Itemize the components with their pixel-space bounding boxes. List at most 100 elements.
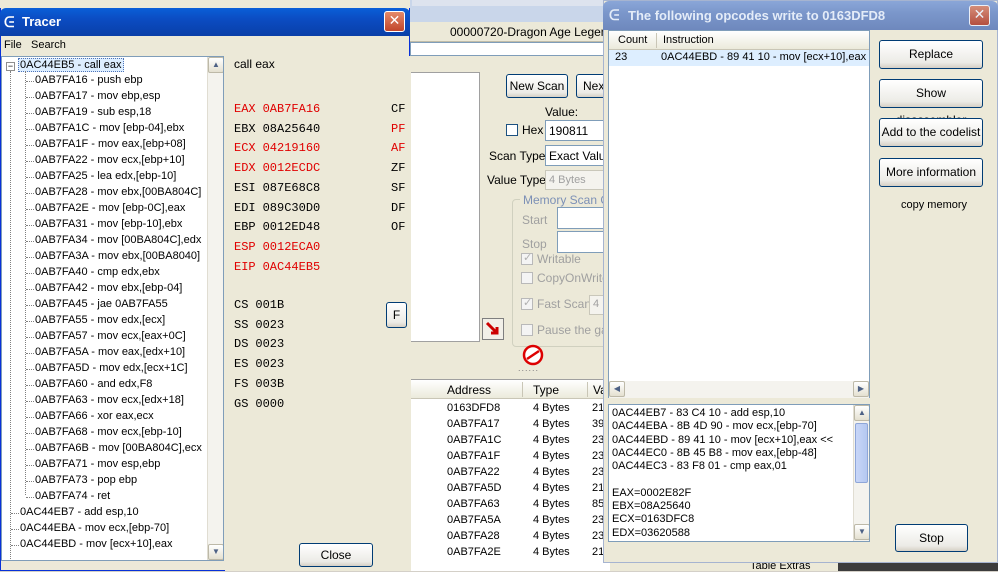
pause-checkbox[interactable] — [521, 324, 533, 336]
menu-file[interactable]: File — [4, 39, 22, 51]
tree-item[interactable]: 0AB7FA73 - pop ebp — [35, 474, 137, 486]
tree-item[interactable]: 0AB7FA34 - mov [00BA804C],edx — [35, 234, 201, 246]
scroll-thumb[interactable] — [855, 423, 868, 483]
opcode-hscrollbar[interactable]: ◀ ▶ — [609, 381, 869, 398]
register-edx[interactable]: EDX 0012ECDC — [234, 161, 320, 175]
more-information-button[interactable]: More information — [879, 158, 983, 187]
tree-item[interactable]: 0AB7FA63 - mov ecx,[edx+18] — [35, 394, 184, 406]
type-header[interactable]: Type — [533, 383, 559, 397]
tree-item[interactable]: 0AB7FA1C - mov [ebp-04],ebx — [35, 122, 184, 134]
tree-item[interactable]: 0AB7FA16 - push ebp — [35, 74, 143, 86]
opcode-row[interactable]: 23 0AC44EBD - 89 41 10 - mov [ecx+10],ea… — [609, 50, 869, 66]
add-address-button[interactable] — [482, 318, 504, 340]
opcode-details-memo[interactable]: 0AC44EB7 - 83 C4 10 - add esp,10 0AC44EBA… — [608, 404, 870, 542]
tree-item[interactable]: 0AB7FA57 - mov ecx,[eax+0C] — [35, 330, 186, 342]
tree-item[interactable]: 0AB7FA68 - mov ecx,[ebp-10] — [35, 426, 182, 438]
tree-item[interactable]: 0AB7FA40 - cmp edx,ebx — [35, 266, 160, 278]
trace-tree[interactable]: − 0AC44EB5 - call eax 0AB7FA16 - push eb… — [1, 56, 224, 561]
register-esi[interactable]: ESI 087E68C8 — [234, 181, 320, 195]
scroll-right-icon[interactable]: ▶ — [853, 381, 869, 397]
copy-memory-label[interactable]: copy memory — [901, 199, 967, 211]
address-list-row[interactable]: 0AB7FA2E 4 Bytes 21 — [410, 545, 610, 561]
address-list-row[interactable]: 0AB7FA17 4 Bytes 39 — [410, 417, 610, 433]
tree-item[interactable]: 0AB7FA25 - lea edx,[ebp-10] — [35, 170, 176, 182]
address-list-row[interactable]: 0AB7FA28 4 Bytes 23 — [410, 529, 610, 545]
tree-item[interactable]: 0AB7FA55 - mov edx,[ecx] — [35, 314, 165, 326]
close-icon[interactable]: ✕ — [384, 11, 405, 32]
count-header[interactable]: Count — [618, 34, 647, 46]
tree-item[interactable]: 0AC44EB7 - add esp,10 — [20, 506, 139, 518]
memo-scrollbar[interactable]: ▲ ▼ — [853, 405, 869, 541]
flag-af[interactable]: AF — [391, 141, 405, 155]
show-disassembler-button[interactable]: Show disassembler — [879, 79, 983, 127]
fast-scan-checkbox[interactable]: ✓ — [521, 297, 533, 310]
float-registers-button[interactable]: F — [386, 302, 407, 328]
flag-sf[interactable]: SF — [391, 181, 405, 195]
splitter-dots[interactable]: ...... — [518, 363, 539, 373]
tree-item[interactable]: 0AB7FA1F - mov eax,[ebp+08] — [35, 138, 186, 150]
tree-item[interactable]: 0AB7FA74 - ret — [35, 490, 110, 502]
tree-item[interactable]: 0AB7FA28 - mov ebx,[00BA804C] — [35, 186, 201, 198]
segment-es[interactable]: ES 0023 — [234, 357, 284, 371]
tree-scrollbar[interactable]: ▲ ▼ — [207, 57, 223, 560]
flag-df[interactable]: DF — [391, 201, 405, 215]
scroll-up-icon[interactable]: ▲ — [854, 405, 869, 421]
flag-zf[interactable]: ZF — [391, 161, 405, 175]
tree-item[interactable]: 0AB7FA2E - mov [ebp-0C],eax — [35, 202, 185, 214]
tree-item[interactable]: 0AB7FA5A - mov eax,[edx+10] — [35, 346, 185, 358]
segment-fs[interactable]: FS 003B — [234, 377, 284, 391]
close-button[interactable]: Close — [299, 543, 373, 567]
tree-root[interactable]: 0AC44EB5 - call eax — [18, 58, 124, 72]
replace-button[interactable]: Replace — [879, 40, 983, 69]
segment-ss[interactable]: SS 0023 — [234, 318, 284, 332]
tree-item[interactable]: 0AC44EBA - mov ecx,[ebp-70] — [20, 522, 169, 534]
address-list-row[interactable]: 0AB7FA1C 4 Bytes 23 — [410, 433, 610, 449]
tree-item[interactable]: 0AB7FA17 - mov ebp,esp — [35, 90, 160, 102]
found-list-panel[interactable] — [410, 72, 480, 342]
tree-item[interactable]: 0AB7FA3A - mov ebx,[00BA8040] — [35, 250, 200, 262]
segment-gs[interactable]: GS 0000 — [234, 397, 284, 411]
tree-item[interactable]: 0AB7FA22 - mov ecx,[ebp+10] — [35, 154, 185, 166]
address-list-row[interactable]: 0AB7FA22 4 Bytes 23 — [410, 465, 610, 481]
hex-checkbox[interactable] — [506, 124, 518, 136]
address-list-row[interactable]: 0AB7FA63 4 Bytes 85 — [410, 497, 610, 513]
tree-item[interactable]: 0AB7FA71 - mov esp,ebp — [35, 458, 160, 470]
opcodes-title-bar[interactable]: ᕮ The following opcodes write to 0163DFD… — [603, 1, 998, 30]
flag-cf[interactable]: CF — [391, 102, 405, 116]
new-scan-button[interactable]: New Scan — [506, 74, 568, 98]
collapse-icon[interactable]: − — [6, 62, 15, 71]
value-type-select[interactable]: 4 Bytes — [545, 170, 610, 190]
scroll-up-icon[interactable]: ▲ — [208, 57, 223, 73]
segment-cs[interactable]: CS 001B — [234, 298, 284, 312]
scroll-down-icon[interactable]: ▼ — [208, 544, 223, 560]
add-to-codelist-button[interactable]: Add to the codelist — [879, 118, 983, 147]
flag-of[interactable]: OF — [391, 220, 405, 234]
tree-item[interactable]: 0AB7FA66 - xor eax,ecx — [35, 410, 154, 422]
instruction-header[interactable]: Instruction — [663, 34, 714, 46]
scroll-left-icon[interactable]: ◀ — [609, 381, 625, 397]
register-eip[interactable]: EIP 0AC44EB5 — [234, 260, 320, 274]
register-edi[interactable]: EDI 089C30D0 — [234, 201, 320, 215]
close-icon[interactable]: ✕ — [969, 5, 990, 26]
value-input[interactable]: 190811 — [545, 120, 610, 141]
register-eax[interactable]: EAX 0AB7FA16 — [234, 102, 320, 116]
address-list-row[interactable]: 0AB7FA5D 4 Bytes 21 — [410, 481, 610, 497]
stop-button[interactable]: Stop — [895, 524, 968, 552]
tree-item[interactable]: 0AB7FA19 - sub esp,18 — [35, 106, 151, 118]
tree-item[interactable]: 0AB7FA45 - jae 0AB7FA55 — [35, 298, 168, 310]
opcode-list[interactable]: Count Instruction 23 0AC44EBD - 89 41 10… — [608, 30, 870, 398]
tree-item[interactable]: 0AB7FA6B - mov [00BA804C],ecx — [35, 442, 202, 454]
segment-ds[interactable]: DS 0023 — [234, 337, 284, 351]
register-esp[interactable]: ESP 0012ECA0 — [234, 240, 320, 254]
scroll-down-icon[interactable]: ▼ — [854, 524, 869, 540]
register-ebp[interactable]: EBP 0012ED48 — [234, 220, 320, 234]
register-ecx[interactable]: ECX 04219160 — [234, 141, 320, 155]
menu-search[interactable]: Search — [31, 39, 66, 51]
address-header[interactable]: Address — [447, 383, 491, 397]
tree-item[interactable]: 0AB7FA42 - mov ebx,[ebp-04] — [35, 282, 182, 294]
copyonwrite-checkbox[interactable] — [521, 272, 533, 284]
address-list[interactable]: Address Type Va 0163DFD8 4 Bytes 21 0AB7FA1… — [410, 379, 610, 571]
address-list-row[interactable]: 0AB7FA1F 4 Bytes 23 — [410, 449, 610, 465]
writable-checkbox[interactable]: ✓ — [521, 252, 533, 265]
tree-item[interactable]: 0AB7FA5D - mov edx,[ecx+1C] — [35, 362, 188, 374]
